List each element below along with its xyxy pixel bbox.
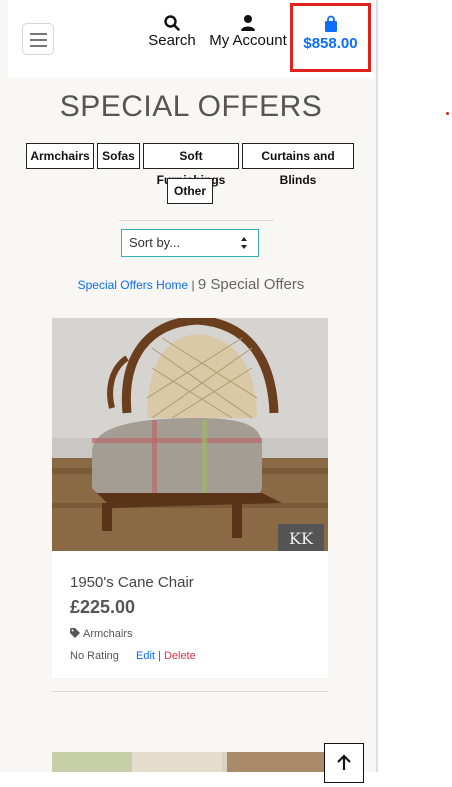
breadcrumb-separator: | — [191, 278, 195, 292]
divider — [52, 691, 328, 692]
category-button-armchairs[interactable]: Armchairs — [26, 143, 94, 169]
delete-link[interactable]: Delete — [164, 650, 196, 662]
edit-link[interactable]: Edit — [136, 650, 155, 662]
category-button-sofas[interactable]: Sofas — [97, 143, 140, 169]
category-button-other[interactable]: Other — [167, 178, 213, 204]
shopping-bag-icon — [324, 15, 337, 32]
action-separator: | — [158, 650, 161, 662]
product-rating: No Rating — [70, 650, 119, 662]
offer-count: 9 Special Offers — [197, 276, 305, 293]
search-label: Search — [148, 32, 196, 49]
hamburger-menu-button[interactable] — [22, 23, 54, 55]
divider — [119, 220, 274, 221]
select-arrows-icon — [241, 237, 247, 249]
next-product-image[interactable] — [52, 752, 328, 772]
category-button-curtains-and-blinds[interactable]: Curtains and Blinds — [242, 143, 354, 187]
product-card[interactable]: KK 1950's Cane Chair £225.00 Armchairs N… — [52, 318, 328, 678]
shopping-bag-link[interactable]: $858.00 — [290, 3, 371, 72]
hamburger-line — [30, 45, 47, 47]
user-icon — [241, 15, 255, 31]
cane-chair-photo: KK — [52, 318, 328, 551]
product-image[interactable]: KK — [52, 318, 328, 551]
red-dot-marker — [446, 112, 449, 115]
image-watermark-logo: KK — [289, 529, 314, 548]
product-name[interactable]: 1950's Cane Chair — [70, 574, 194, 591]
search-icon — [164, 15, 180, 31]
results-summary: Special Offers Home | 9 Special Offers — [8, 276, 374, 293]
next-product-photo — [52, 752, 328, 772]
product-meta: No Rating Edit | Delete — [70, 650, 196, 662]
cart-total: $858.00 — [303, 35, 358, 52]
search-nav-link[interactable]: Search — [146, 14, 198, 49]
back-to-top-button[interactable] — [324, 743, 364, 783]
arrow-up-icon — [337, 754, 351, 770]
category-button-soft-furnishings[interactable]: Soft Furnishings — [143, 143, 239, 187]
my-account-label: My Account — [209, 32, 287, 49]
hamburger-line — [30, 39, 47, 41]
product-category: Armchairs — [83, 628, 133, 640]
page-title: SPECIAL OFFERS — [59, 90, 323, 123]
tag-icon — [70, 628, 80, 638]
special-offers-home-link[interactable]: Special Offers Home — [78, 278, 189, 292]
product-price: £225.00 — [70, 597, 136, 617]
my-account-nav-link[interactable]: My Account — [207, 14, 289, 49]
sort-select[interactable]: Sort by... — [121, 229, 259, 257]
hamburger-line — [30, 33, 47, 35]
sort-selected-value: Sort by... — [129, 235, 181, 250]
product-category-link[interactable]: Armchairs — [70, 628, 133, 640]
